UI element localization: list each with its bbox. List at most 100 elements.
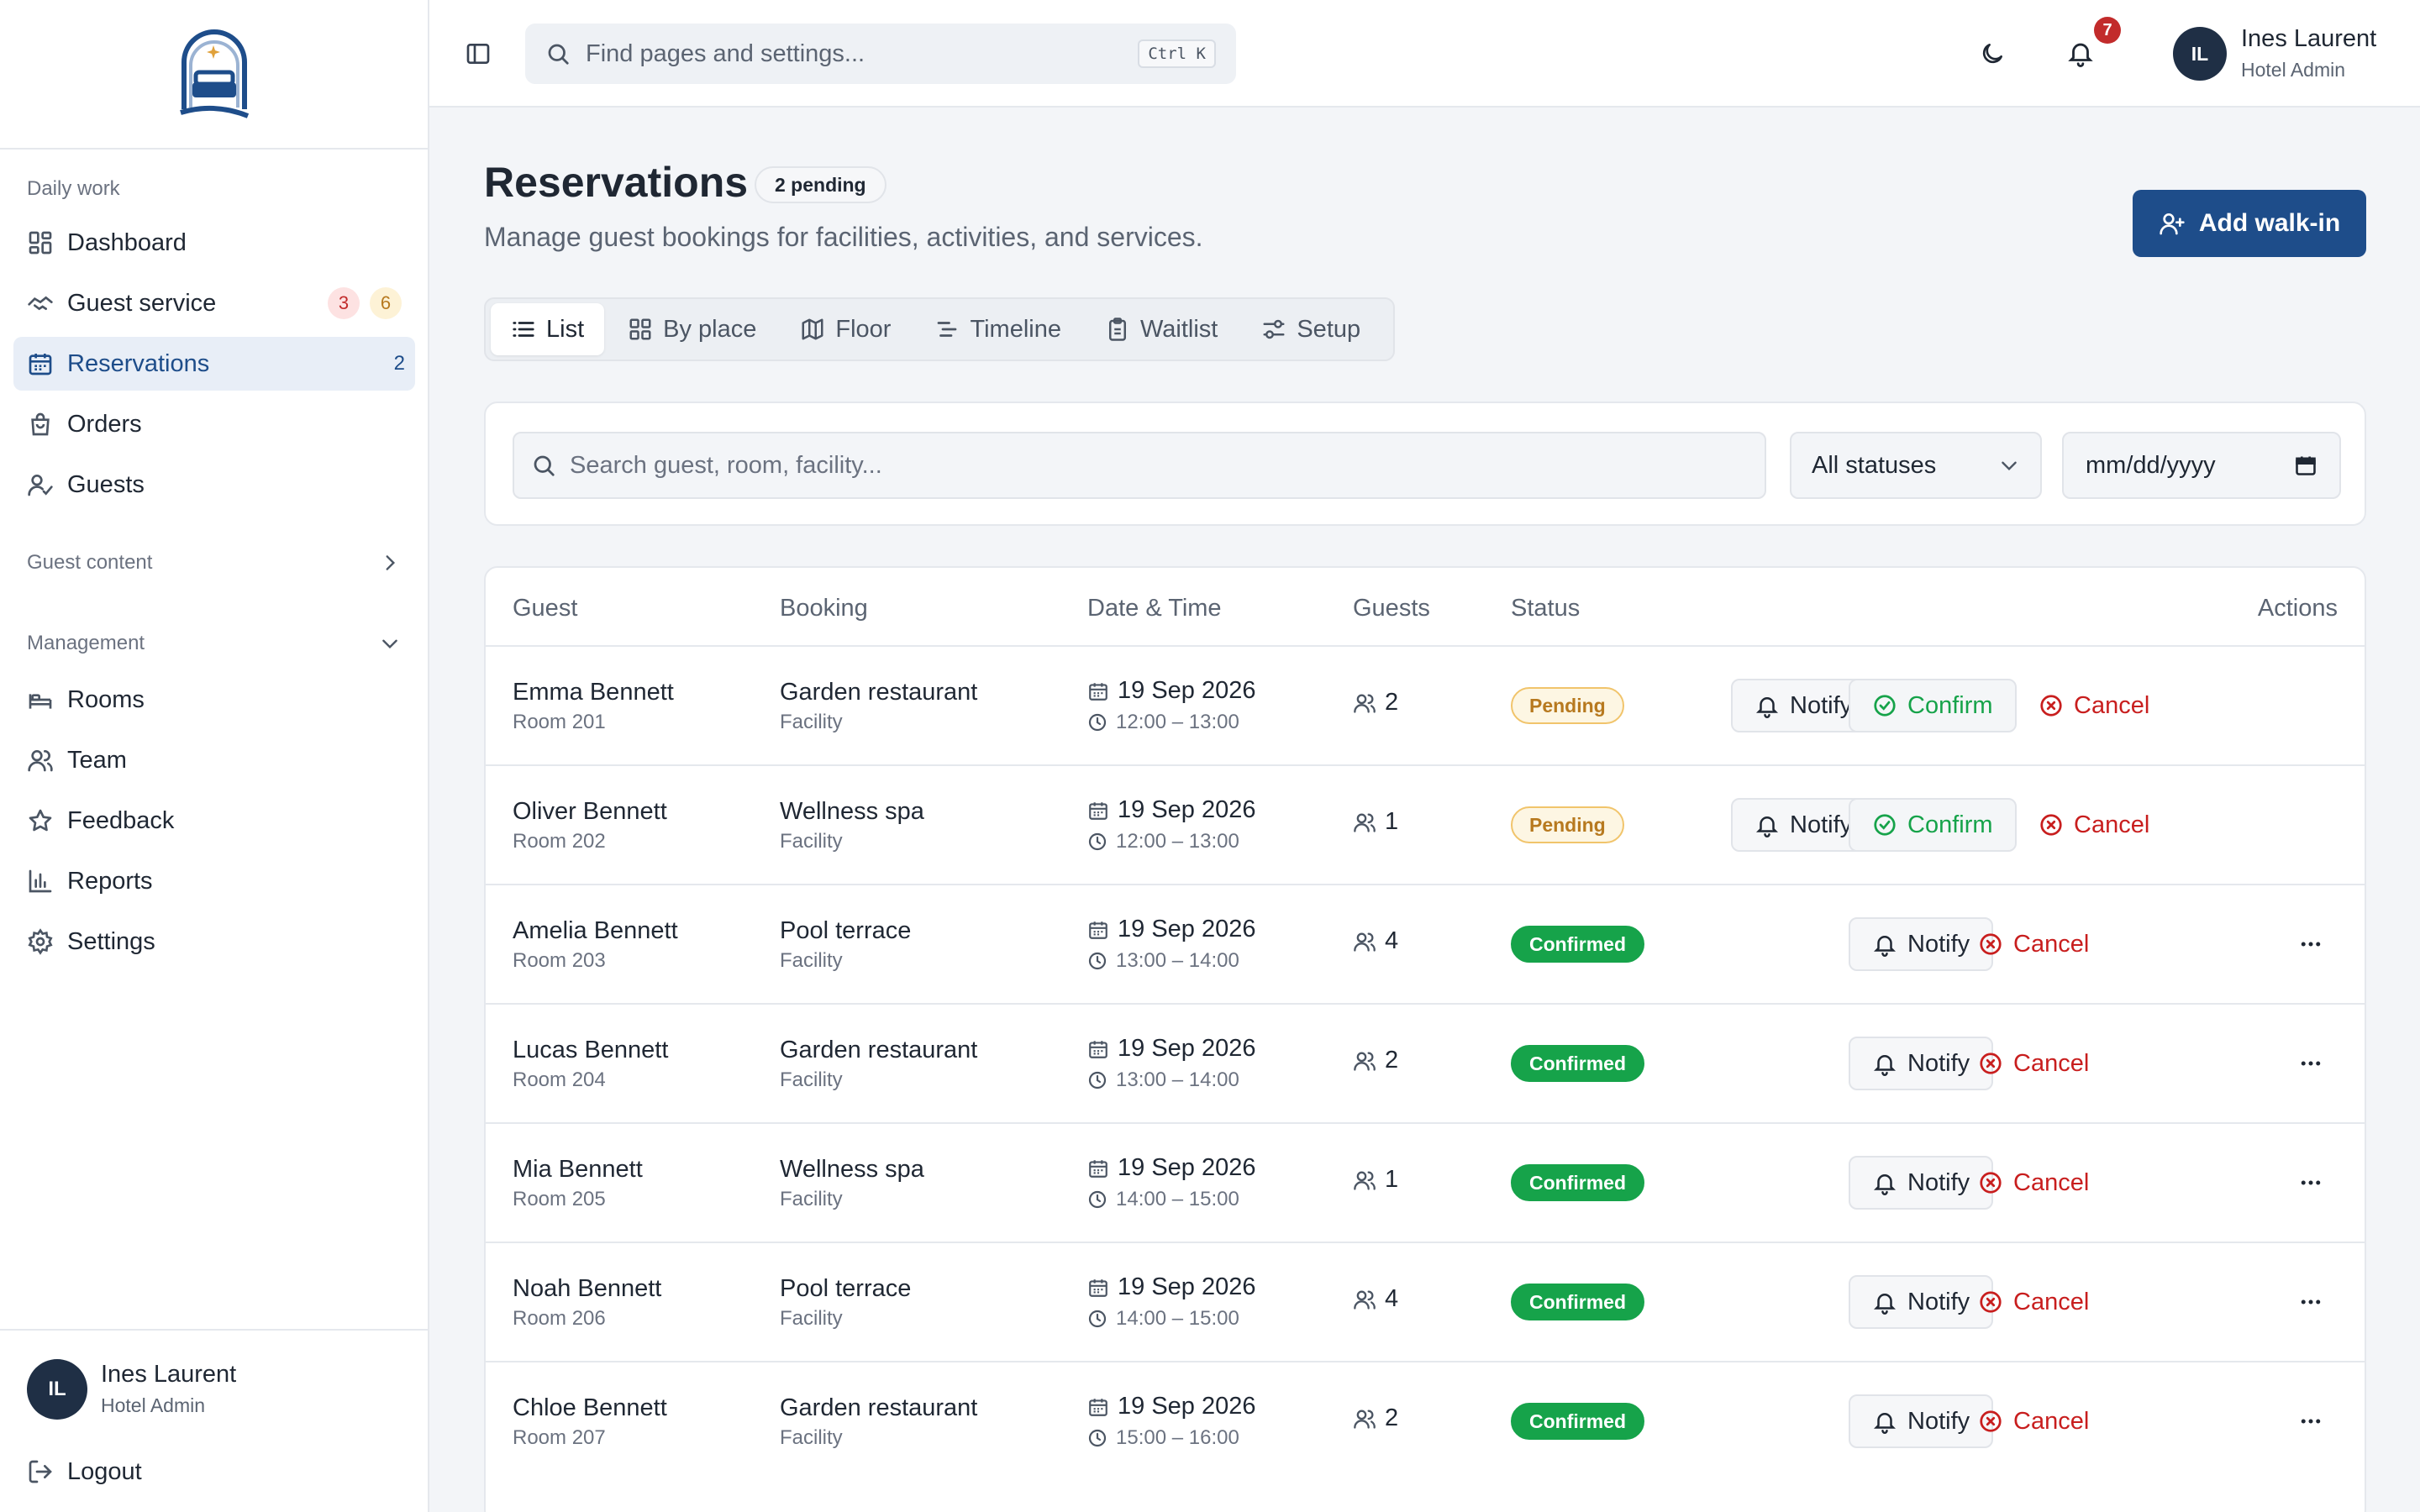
users-icon — [1353, 691, 1376, 715]
status-filter-select[interactable]: All statuses — [1790, 432, 2042, 499]
guest-count: 4 — [1353, 1285, 1398, 1313]
section-guest-content[interactable]: Guest content — [27, 551, 401, 575]
cancel-button[interactable]: Cancel — [1970, 1275, 2097, 1329]
tab-setup[interactable]: Setup — [1241, 303, 1381, 355]
calendar-icon — [1087, 1396, 1109, 1418]
logout-button[interactable]: Logout — [13, 1445, 415, 1499]
grid-icon — [27, 229, 54, 256]
date-filter-input[interactable]: mm/dd/yyyy — [2062, 432, 2341, 499]
reservation-search-input[interactable]: Search guest, room, facility... — [513, 432, 1766, 499]
booking-place: Garden restaurant — [780, 1037, 978, 1063]
sidebar-item-orders[interactable]: Orders — [13, 397, 415, 451]
booking-type: Facility — [780, 711, 843, 733]
cancel-button[interactable]: Cancel — [2030, 798, 2158, 852]
grid-icon — [628, 317, 653, 342]
logout-icon — [27, 1458, 54, 1485]
sidebar-item-guests[interactable]: Guests — [13, 458, 415, 512]
time-text: 13:00 – 14:00 — [1116, 949, 1239, 972]
tab-floor[interactable]: Floor — [780, 303, 911, 355]
guest-name[interactable]: Lucas Bennett — [513, 1037, 668, 1064]
global-search-input[interactable]: Find pages and settings... Ctrl K — [525, 24, 1236, 84]
x-circle-icon — [1978, 932, 2003, 957]
add-walk-in-button[interactable]: Add walk-in — [2133, 190, 2366, 257]
guest-name[interactable]: Oliver Bennett — [513, 798, 667, 826]
guest-room: Room 201 — [513, 711, 606, 733]
clock-icon — [1087, 951, 1107, 971]
confirm-button[interactable]: Confirm — [1849, 798, 2017, 852]
search-placeholder: Find pages and settings... — [586, 39, 865, 67]
booking-type: Facility — [780, 830, 843, 853]
cancel-button[interactable]: Cancel — [1970, 1156, 2097, 1210]
cancel-label: Cancel — [2013, 1168, 2090, 1196]
confirm-label: Confirm — [1907, 691, 1993, 719]
sidebar-toggle-icon[interactable] — [465, 40, 492, 67]
hotel-logo-icon[interactable] — [174, 25, 255, 123]
table-row: Chloe Bennett Room 207 Garden restaurant… — [486, 1361, 2365, 1480]
date-text: 19 Sep 2026 — [1118, 916, 1256, 942]
sidebar-item-label: Team — [67, 746, 127, 774]
guest-count-value: 2 — [1385, 1047, 1399, 1074]
avatar[interactable]: IL — [2173, 27, 2227, 81]
confirm-label: Confirm — [1907, 811, 1993, 838]
cancel-button[interactable]: Cancel — [1970, 1394, 2097, 1448]
bar-chart-icon — [27, 868, 54, 895]
guest-room: Room 202 — [513, 830, 606, 853]
user-name[interactable]: Ines Laurent — [2241, 25, 2376, 53]
more-horizontal-icon — [2298, 1409, 2323, 1434]
guest-name[interactable]: Emma Bennett — [513, 679, 674, 706]
timeline-icon — [934, 317, 960, 342]
booking-type: Facility — [780, 1307, 843, 1330]
guest-count: 1 — [1353, 808, 1398, 836]
column-header-status: Status — [1511, 595, 1581, 622]
bell-icon — [1754, 693, 1780, 718]
tab-label: Waitlist — [1139, 315, 1218, 343]
guest-room: Room 207 — [513, 1426, 606, 1449]
more-horizontal-icon — [2298, 932, 2323, 957]
tab-label: Setup — [1297, 315, 1361, 343]
sidebar-item-feedback[interactable]: Feedback — [13, 794, 415, 848]
guest-count: 4 — [1353, 927, 1398, 955]
sidebar-item-dashboard[interactable]: Dashboard — [13, 216, 415, 270]
cancel-button[interactable]: Cancel — [1970, 917, 2097, 971]
section-management[interactable]: Management — [27, 632, 401, 655]
guest-count: 2 — [1353, 1404, 1398, 1432]
status-badge: Confirmed — [1511, 1284, 1644, 1320]
sidebar-item-guest-service[interactable]: Guest service 3 6 — [13, 276, 415, 330]
calendar-icon[interactable] — [2294, 454, 2317, 477]
sidebar-item-settings[interactable]: Settings — [13, 915, 415, 969]
notify-label: Notify — [1907, 1288, 1970, 1315]
tab-timeline[interactable]: Timeline — [914, 303, 1081, 355]
more-options-button[interactable] — [2291, 1037, 2331, 1090]
guest-name[interactable]: Amelia Bennett — [513, 917, 678, 945]
more-options-button[interactable] — [2291, 1275, 2331, 1329]
cancel-button[interactable]: Cancel — [2030, 679, 2158, 732]
guest-name[interactable]: Noah Bennett — [513, 1275, 661, 1303]
guest-name[interactable]: Mia Bennett — [513, 1156, 643, 1184]
table-row: Mia Bennett Room 205 Wellness spa Facili… — [486, 1122, 2365, 1242]
cancel-button[interactable]: Cancel — [1970, 1037, 2097, 1090]
more-options-button[interactable] — [2291, 917, 2331, 971]
booking-type: Facility — [780, 1068, 843, 1091]
shopping-bag-icon — [27, 411, 54, 438]
sidebar-item-rooms[interactable]: Rooms — [13, 673, 415, 727]
time-text: 14:00 – 15:00 — [1116, 1307, 1239, 1330]
sidebar-item-team[interactable]: Team — [13, 733, 415, 787]
confirm-button[interactable]: Confirm — [1849, 679, 2017, 732]
guest-name[interactable]: Chloe Bennett — [513, 1394, 667, 1422]
more-options-button[interactable] — [2291, 1156, 2331, 1210]
tab-waitlist[interactable]: Waitlist — [1085, 303, 1238, 355]
booking-place: Pool terrace — [780, 1275, 912, 1302]
tab-by-place[interactable]: By place — [608, 303, 776, 355]
avatar[interactable]: IL — [27, 1359, 87, 1420]
sidebar-item-label: Guest service — [67, 289, 217, 317]
more-options-button[interactable] — [2291, 1394, 2331, 1448]
users-icon — [1353, 1407, 1376, 1431]
sidebar-item-reservations[interactable]: Reservations 2 — [13, 337, 415, 391]
booking-place: Garden restaurant — [780, 679, 978, 706]
sidebar-item-reports[interactable]: Reports — [13, 854, 415, 908]
moon-icon[interactable] — [1979, 40, 2006, 67]
guest-room: Room 206 — [513, 1307, 606, 1330]
guest-count-value: 2 — [1385, 689, 1399, 716]
tab-list[interactable]: List — [491, 303, 605, 355]
bell-icon[interactable] — [2066, 39, 2095, 67]
